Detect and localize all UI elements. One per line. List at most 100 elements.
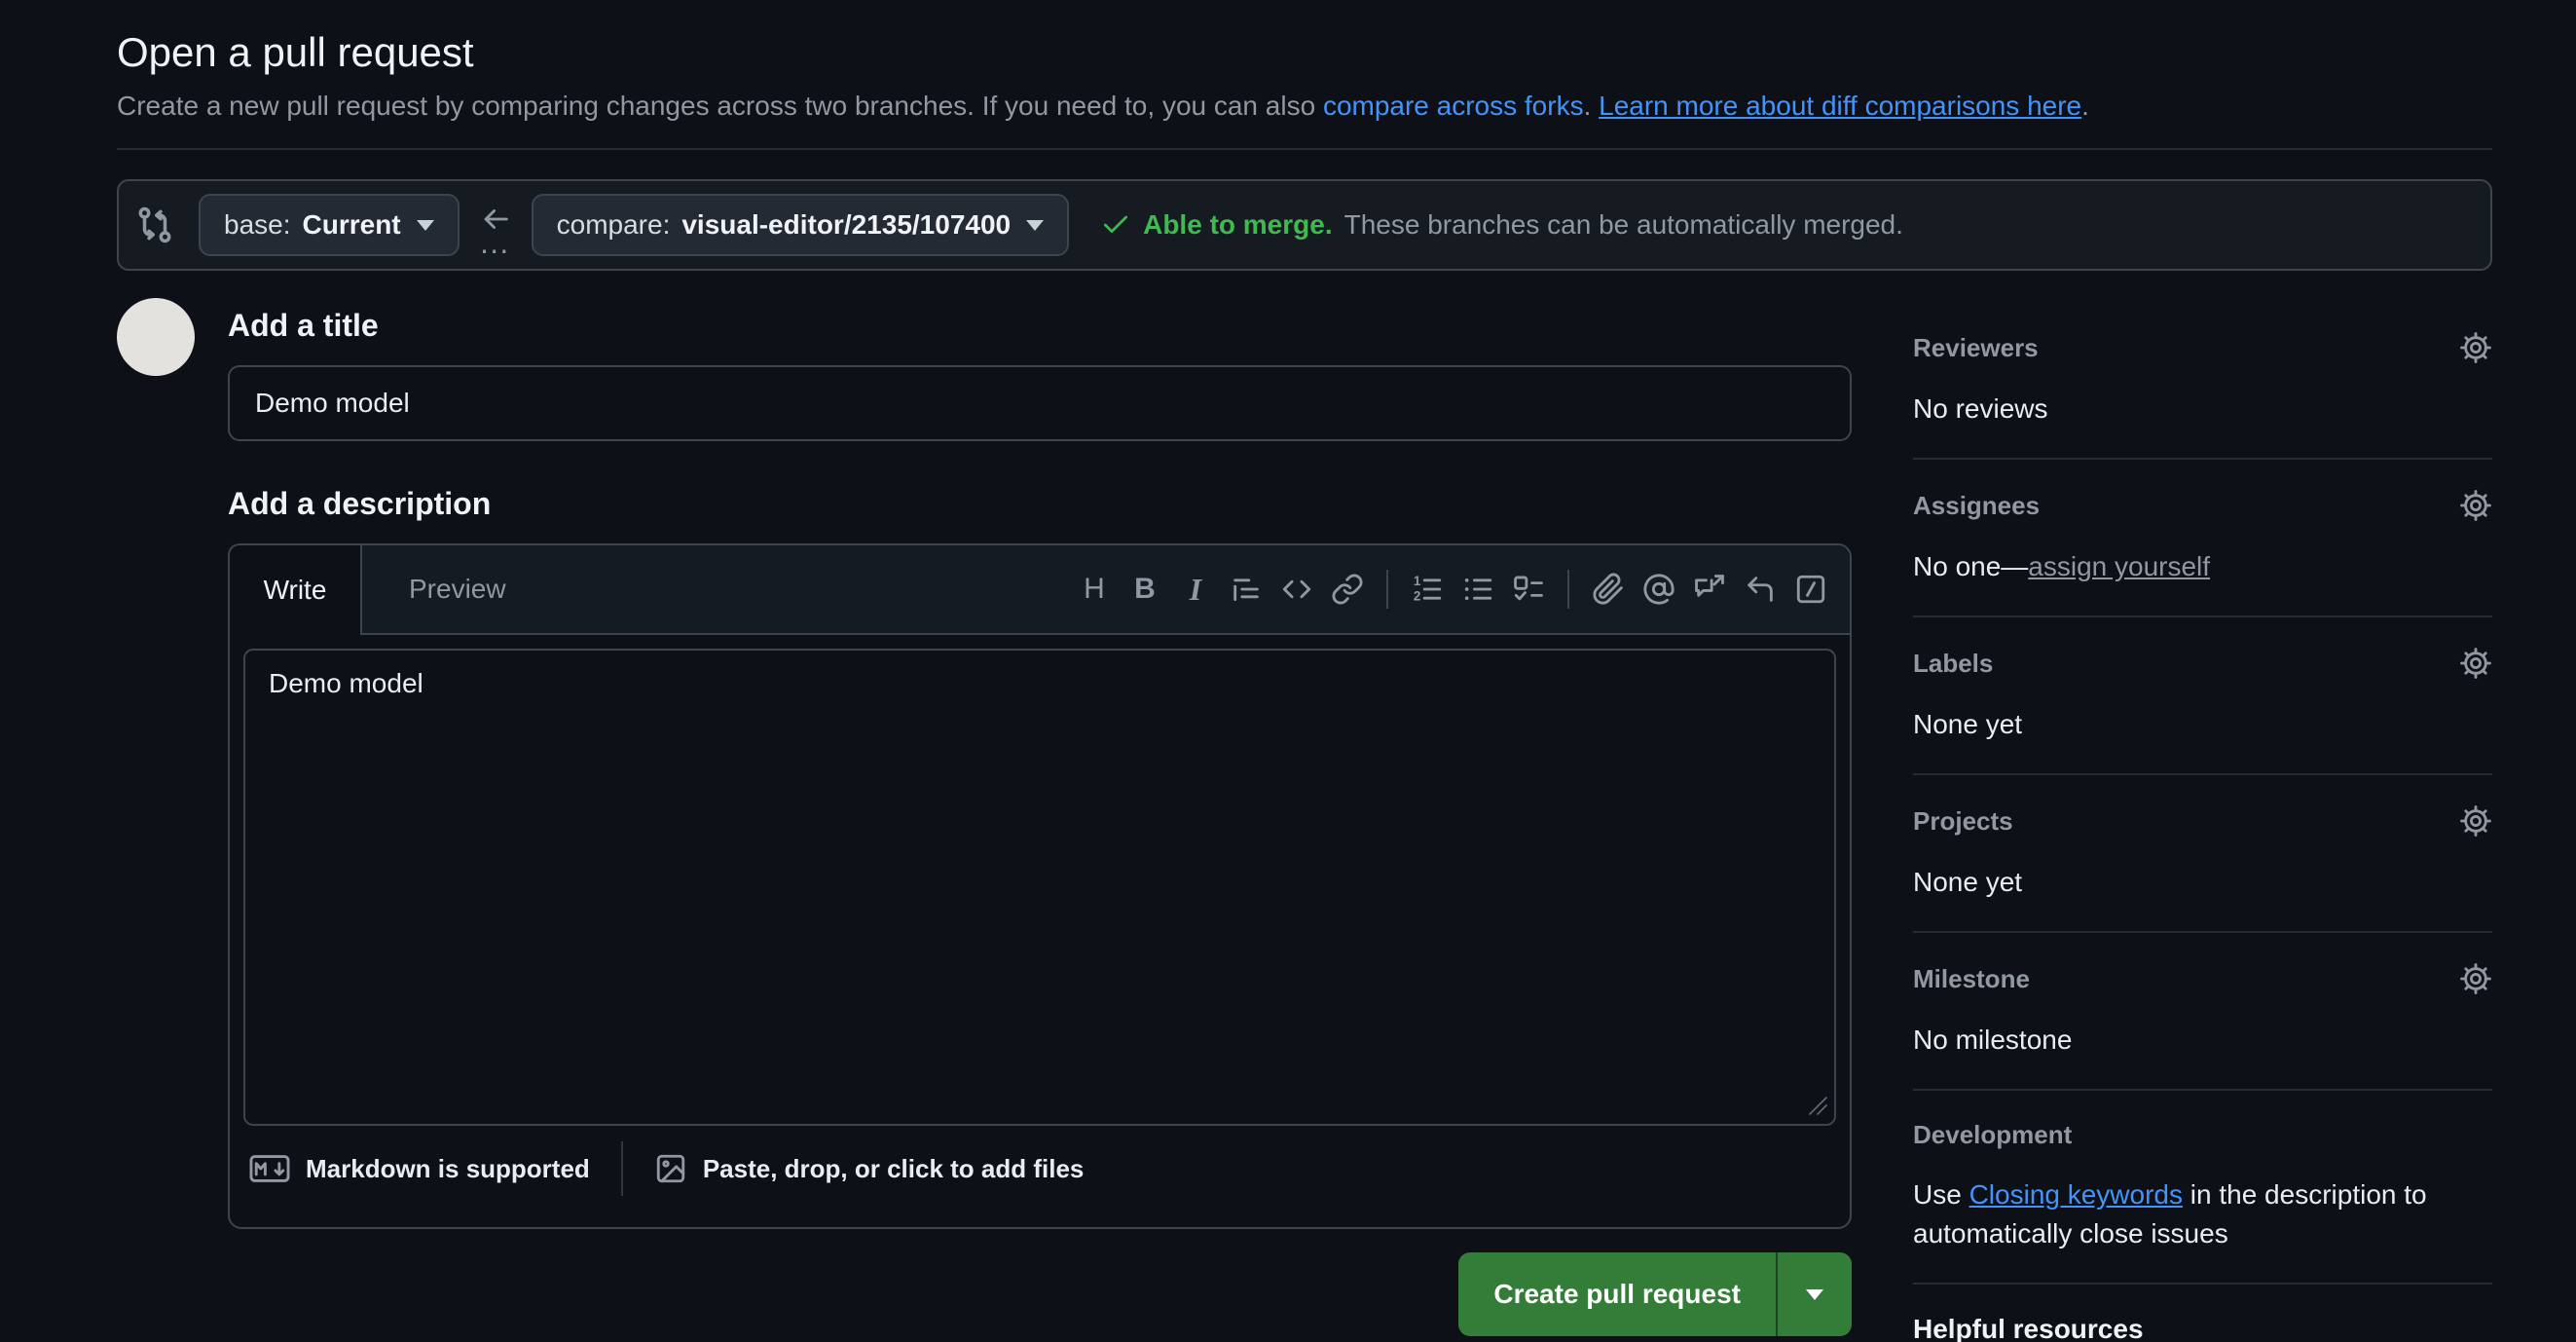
- reply-button[interactable]: [1737, 566, 1784, 613]
- helpful-resources-label: Helpful resources: [1913, 1314, 2144, 1342]
- paperclip-icon: [1592, 573, 1625, 606]
- ordered-list-icon: 12: [1411, 573, 1444, 606]
- assignees-gear-button[interactable]: [2459, 489, 2492, 522]
- page-title: Open a pull request: [117, 29, 2492, 76]
- unordered-list-icon: [1461, 573, 1494, 606]
- pull-request-form: Add a title Add a description Write Prev…: [228, 298, 1852, 1342]
- header-divider: [117, 148, 2492, 150]
- reviewers-value: No reviews: [1913, 390, 2492, 429]
- cross-reference-button[interactable]: [1686, 566, 1733, 613]
- create-pull-request-button[interactable]: Create pull request: [1458, 1252, 1776, 1336]
- editor-header: Write Preview H B I: [230, 545, 1850, 635]
- gear-icon: [2459, 962, 2492, 995]
- check-icon: [1100, 209, 1131, 241]
- gear-icon: [2459, 489, 2492, 522]
- open-pull-request-page: Open a pull request Create a new pull re…: [0, 0, 2576, 1342]
- milestone-label: Milestone: [1913, 964, 2030, 994]
- projects-value: None yet: [1913, 863, 2492, 902]
- milestone-gear-button[interactable]: [2459, 962, 2492, 995]
- development-label: Development: [1913, 1120, 2072, 1150]
- closing-keywords-link[interactable]: Closing keywords: [1969, 1179, 2183, 1210]
- gear-icon: [2459, 331, 2492, 364]
- sidebar-section-milestone: Milestone No milestone: [1913, 933, 2492, 1091]
- heading-icon: H: [1084, 575, 1105, 604]
- ordered-list-button[interactable]: 12: [1404, 566, 1451, 613]
- markdown-supported[interactable]: Markdown is supported: [249, 1154, 590, 1184]
- slash-command-icon: [1794, 573, 1827, 606]
- heading-button[interactable]: H: [1071, 566, 1118, 613]
- projects-gear-button[interactable]: [2459, 804, 2492, 838]
- development-value: Use Closing keywords in the description …: [1913, 1175, 2492, 1253]
- paste-drop-files[interactable]: Paste, drop, or click to add files: [654, 1152, 1085, 1185]
- description-label: Add a description: [228, 486, 1852, 522]
- sidebar-section-development: Development Use Closing keywords in the …: [1913, 1091, 2492, 1285]
- gear-icon: [2459, 804, 2492, 838]
- mention-icon: [1642, 573, 1675, 606]
- markdown-editor: Write Preview H B I: [228, 543, 1852, 1229]
- markdown-icon: [249, 1154, 290, 1183]
- milestone-value: No milestone: [1913, 1021, 2492, 1060]
- toolbar-separator: [1567, 570, 1569, 609]
- markdown-toolbar: H B I 12: [1069, 566, 1850, 613]
- create-pull-request-options-button[interactable]: [1776, 1252, 1852, 1336]
- page-subtitle: Create a new pull request by comparing c…: [117, 88, 2492, 125]
- mention-button[interactable]: [1636, 566, 1682, 613]
- quote-icon: [1230, 573, 1263, 606]
- assignees-label: Assignees: [1913, 491, 2040, 521]
- dropdown-caret-icon: [417, 220, 434, 231]
- footer-separator: [621, 1141, 623, 1196]
- slash-command-button[interactable]: [1787, 566, 1834, 613]
- compare-branch-selector[interactable]: compare:visual-editor/2135/107400: [532, 194, 1069, 256]
- title-label: Add a title: [228, 308, 1852, 344]
- gear-icon: [2459, 647, 2492, 680]
- description-textarea[interactable]: Demo model: [243, 649, 1836, 1126]
- toolbar-separator: [1386, 570, 1388, 609]
- unordered-list-button[interactable]: [1454, 566, 1501, 613]
- link-icon: [1331, 573, 1364, 606]
- tab-write[interactable]: Write: [228, 543, 362, 635]
- sidebar-section-projects: Projects None yet: [1913, 775, 2492, 933]
- svg-text:1: 1: [1414, 574, 1421, 588]
- base-branch-selector[interactable]: base:Current: [199, 194, 460, 256]
- dropdown-caret-icon: [1026, 220, 1044, 231]
- title-input[interactable]: [228, 365, 1852, 441]
- diff-comparisons-link[interactable]: Learn more about diff comparisons here: [1599, 91, 2081, 121]
- italic-icon: I: [1190, 574, 1201, 605]
- merge-status: Able to merge. These branches can be aut…: [1100, 209, 1903, 241]
- tasklist-button[interactable]: [1505, 566, 1552, 613]
- dropdown-caret-icon: [1806, 1289, 1823, 1300]
- pr-sidebar: Reviewers No reviews Assignees No: [1913, 298, 2492, 1342]
- projects-label: Projects: [1913, 806, 2013, 837]
- labels-gear-button[interactable]: [2459, 647, 2492, 680]
- code-button[interactable]: [1273, 566, 1320, 613]
- user-avatar: [117, 298, 195, 376]
- reviewers-label: Reviewers: [1913, 333, 2039, 363]
- tab-preview[interactable]: Preview: [376, 574, 539, 605]
- image-icon: [654, 1152, 687, 1185]
- cross-reference-icon: [1693, 573, 1726, 606]
- quote-button[interactable]: [1223, 566, 1270, 613]
- link-button[interactable]: [1324, 566, 1371, 613]
- sidebar-section-labels: Labels None yet: [1913, 617, 2492, 775]
- labels-value: None yet: [1913, 705, 2492, 744]
- branch-compare-bar: base:Current … compare:visual-editor/213…: [117, 179, 2492, 271]
- bold-button[interactable]: B: [1122, 566, 1168, 613]
- git-compare-icon: [134, 205, 175, 245]
- assign-yourself-link[interactable]: assign yourself: [2028, 551, 2210, 581]
- labels-label: Labels: [1913, 649, 1993, 679]
- create-pull-request-split-button: Create pull request: [1458, 1252, 1852, 1336]
- assignees-value: No one—assign yourself: [1913, 547, 2492, 586]
- compare-across-forks-link[interactable]: compare across forks: [1323, 91, 1584, 121]
- attach-file-button[interactable]: [1585, 566, 1632, 613]
- reply-icon: [1744, 573, 1777, 606]
- tasklist-icon: [1512, 573, 1545, 606]
- sidebar-section-reviewers: Reviewers No reviews: [1913, 298, 2492, 460]
- editor-body: Demo model Markdown is supported Paste, …: [230, 635, 1850, 1227]
- editor-footer: Markdown is supported Paste, drop, or cl…: [243, 1126, 1836, 1213]
- code-icon: [1280, 573, 1313, 606]
- sidebar-section-assignees: Assignees No one—assign yourself: [1913, 460, 2492, 617]
- compare-direction-indicator: …: [479, 203, 512, 247]
- svg-text:2: 2: [1414, 588, 1420, 603]
- reviewers-gear-button[interactable]: [2459, 331, 2492, 364]
- italic-button[interactable]: I: [1172, 566, 1219, 613]
